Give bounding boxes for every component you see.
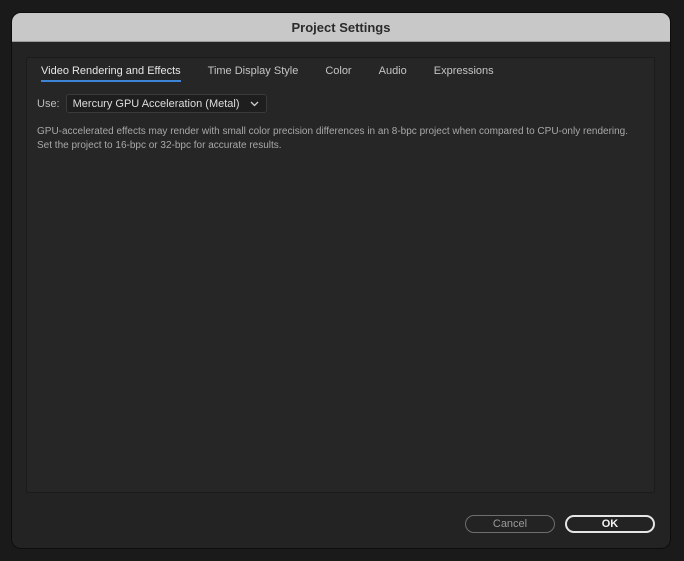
dialog-title: Project Settings: [291, 19, 391, 35]
tab-time-display-style[interactable]: Time Display Style: [208, 65, 299, 82]
tab-bar: Video Rendering and Effects Time Display…: [41, 65, 521, 82]
note-line-1: GPU-accelerated effects may render with …: [37, 126, 629, 137]
dialog-buttons: Cancel OK: [465, 515, 655, 533]
project-settings-dialog: Project Settings Video Rendering and Eff…: [12, 13, 670, 548]
use-label: Use:: [37, 97, 60, 110]
tab-expressions[interactable]: Expressions: [434, 65, 494, 82]
settings-panel: Video Rendering and Effects Time Display…: [26, 57, 655, 493]
tab-audio[interactable]: Audio: [379, 65, 407, 82]
gpu-precision-note: GPU-accelerated effects may render with …: [37, 125, 647, 153]
ok-button[interactable]: OK: [565, 515, 655, 533]
use-row: Use: Mercury GPU Acceleration (Metal): [37, 94, 267, 113]
renderer-select-value: Mercury GPU Acceleration (Metal): [72, 97, 240, 110]
tab-color[interactable]: Color: [325, 65, 351, 82]
note-line-2: Set the project to 16-bpc or 32-bpc for …: [37, 140, 282, 151]
chevron-down-icon: [250, 99, 260, 109]
tab-video-rendering-and-effects[interactable]: Video Rendering and Effects: [41, 65, 181, 82]
title-bar[interactable]: Project Settings: [12, 13, 670, 42]
renderer-select[interactable]: Mercury GPU Acceleration (Metal): [65, 94, 267, 113]
cancel-button[interactable]: Cancel: [465, 515, 555, 533]
